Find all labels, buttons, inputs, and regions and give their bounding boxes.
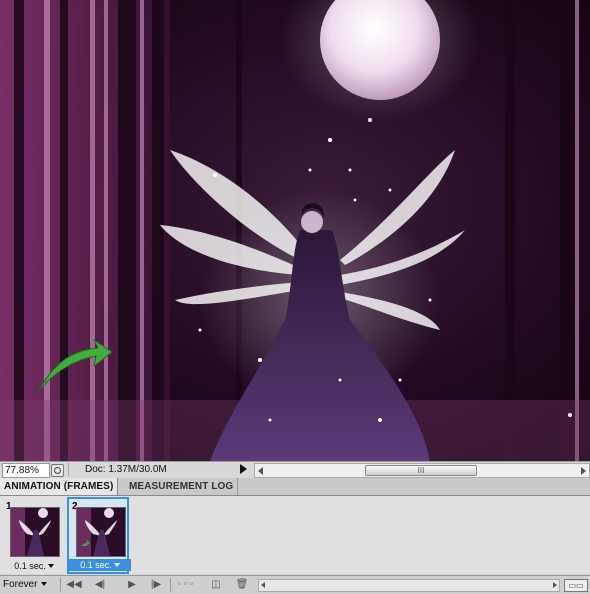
scroll-right-icon[interactable] [581, 467, 586, 475]
horizontal-scrollbar[interactable]: III [254, 463, 590, 478]
zoom-icon[interactable] [51, 464, 64, 477]
panel-tabs: ANIMATION (FRAMES) MEASUREMENT LOG [0, 478, 590, 496]
duplicate-frame-icon[interactable]: ◫ [208, 579, 224, 591]
frame-delay[interactable]: 0.1 sec. [3, 561, 65, 571]
status-menu-arrow-icon[interactable] [240, 464, 247, 474]
scrollbar-thumb[interactable]: III [365, 465, 477, 476]
zoom-level-field[interactable]: 77.88% [2, 463, 50, 478]
frames-scrollbar[interactable] [258, 579, 560, 592]
first-frame-icon[interactable]: ◀◀ [66, 579, 82, 591]
scroll-right-icon[interactable] [553, 582, 557, 588]
scroll-left-icon[interactable] [261, 582, 265, 588]
loop-options-select[interactable]: Forever [3, 579, 48, 591]
tab-animation-frames[interactable]: ANIMATION (FRAMES) [0, 478, 119, 495]
status-bar: 77.88% Doc: 1.37M/30.0M III [0, 461, 590, 479]
animation-frame[interactable]: 1 0.1 sec. [3, 499, 65, 572]
tab-measurement-log[interactable]: MEASUREMENT LOG [125, 478, 239, 495]
toolbar-divider [60, 578, 61, 592]
frame-delay[interactable]: 0.1 sec. [69, 559, 131, 571]
scroll-left-icon[interactable] [258, 467, 263, 475]
toolbar-divider [170, 578, 171, 592]
chevron-down-icon [41, 582, 48, 586]
trash-icon[interactable]: 🗑 [234, 579, 250, 591]
animation-frames-panel: 1 0.1 sec. 2 0.1 sec. [0, 496, 590, 574]
animation-toolbar: Forever ◀◀ ◀| ▶ |▶ ∘∘∘ ◫ 🗑 ▭▭ [0, 575, 590, 594]
document-size-info: Doc: 1.37M/30.0M [68, 463, 255, 476]
frame-thumbnail [10, 507, 60, 557]
animation-frame-selected[interactable]: 2 0.1 sec. [67, 497, 131, 574]
tween-icon[interactable]: ∘∘∘ [176, 579, 195, 591]
document-canvas[interactable] [0, 0, 590, 461]
chevron-down-icon [113, 563, 120, 567]
convert-to-timeline-icon[interactable]: ▭▭ [564, 579, 588, 592]
chevron-down-icon [47, 564, 54, 568]
frame-thumbnail [76, 507, 126, 557]
play-icon[interactable]: ▶ [124, 579, 140, 591]
previous-frame-icon[interactable]: ◀| [92, 579, 108, 591]
artwork-image [0, 0, 590, 461]
next-frame-icon[interactable]: |▶ [148, 579, 164, 591]
